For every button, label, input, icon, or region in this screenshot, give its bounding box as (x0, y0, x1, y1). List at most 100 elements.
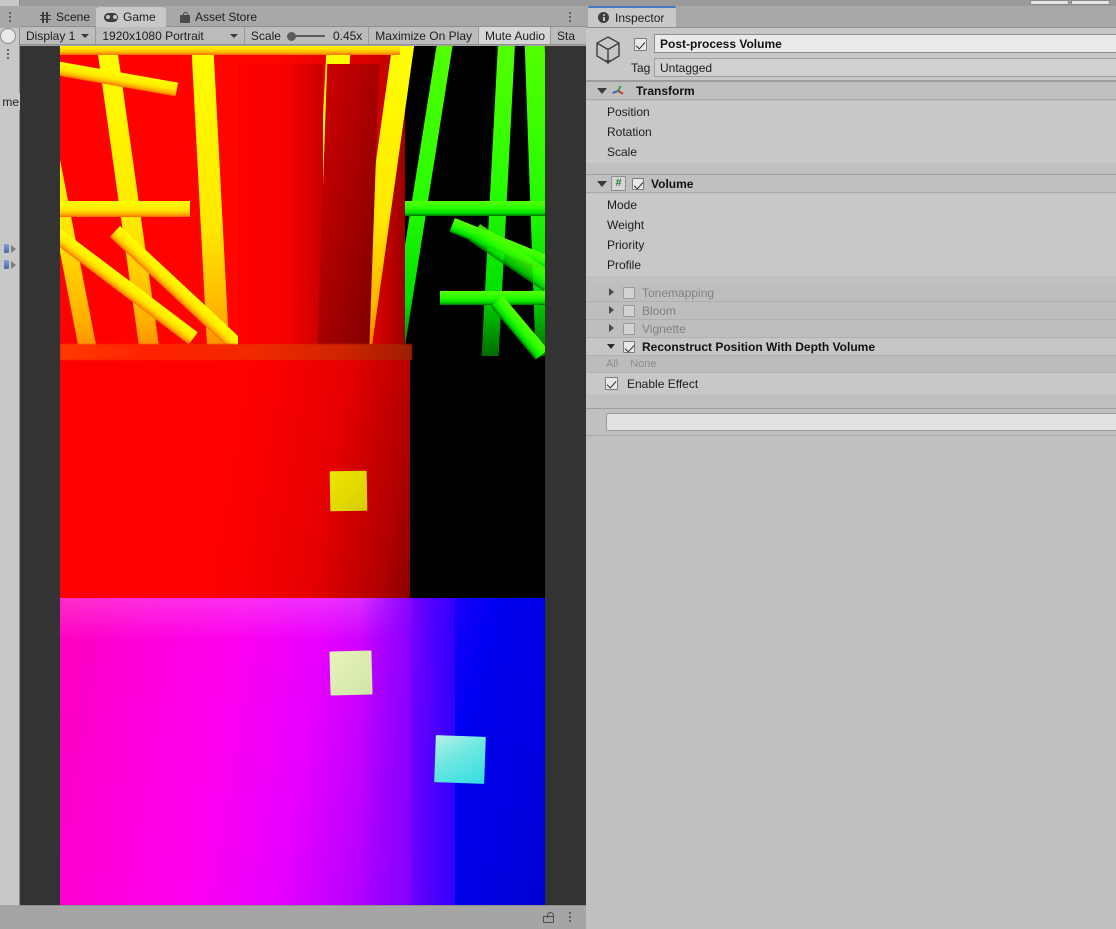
hierarchy-search-input[interactable] (0, 28, 16, 44)
effect-label-vignette: Vignette (642, 321, 686, 336)
component-header-transform[interactable]: Transform (586, 81, 1116, 100)
tab-asset-store[interactable]: Asset Store (172, 7, 267, 27)
hierarchy-panel-edge (0, 0, 20, 905)
property-label-profile: Profile (607, 258, 642, 272)
resolution-dropdown-label: 1920x1080 Portrait (102, 28, 204, 43)
transform-icon (611, 83, 626, 98)
property-row-weight[interactable]: Weight (586, 215, 1116, 235)
game-view-canvas[interactable] (20, 46, 586, 905)
enable-effect-checkbox[interactable] (605, 377, 618, 390)
scale-slider-knob[interactable] (286, 31, 296, 41)
lock-body (543, 916, 554, 923)
inspector-empty-area (586, 435, 1116, 929)
effect-label-reconstruct-position: Reconstruct Position With Depth Volume (642, 339, 876, 354)
effect-row-bloom[interactable]: Bloom (586, 302, 1116, 320)
inspector-body: Post-process Volume Untagged Tag Transfo… (586, 27, 1116, 929)
add-component-field[interactable] (606, 413, 1116, 431)
stats-label: Sta (557, 28, 576, 43)
effect-checkbox-reconstruct-position[interactable] (623, 340, 635, 353)
property-row-mode[interactable]: Mode (586, 195, 1116, 215)
effect-checkbox-tonemapping[interactable] (623, 286, 635, 299)
checkbox-glyph (632, 177, 644, 190)
scale-slider[interactable] (286, 30, 327, 42)
tag-value: Untagged (660, 60, 713, 75)
info-icon (598, 12, 609, 23)
hierarchy-tree-row-1[interactable] (0, 240, 20, 257)
effect-row-reconstruct-position[interactable]: Reconstruct Position With Depth Volume (586, 338, 1116, 356)
tab-game-label: Game (123, 10, 156, 24)
hierarchy-options-kebab-icon[interactable] (2, 46, 14, 62)
display-dropdown[interactable]: Display 1 (20, 27, 97, 44)
effect-label-bloom: Bloom (642, 303, 677, 318)
foldout-closed-icon[interactable] (606, 323, 618, 335)
effect-row-vignette[interactable]: Vignette (586, 320, 1116, 338)
property-label-scale: Scale (607, 145, 638, 159)
maximize-on-play-toggle[interactable]: Maximize On Play (369, 27, 479, 44)
tag-label: Tag (631, 61, 651, 75)
scale-label: Scale (250, 28, 281, 43)
stats-toggle[interactable]: Sta (551, 27, 586, 44)
property-label-position: Position (607, 105, 650, 119)
mute-audio-toggle[interactable]: Mute Audio (479, 27, 551, 44)
foldout-closed-icon[interactable] (606, 287, 618, 299)
lock-icon[interactable] (543, 912, 554, 923)
store-icon (180, 11, 190, 23)
window-top-field-1[interactable] (1030, 0, 1069, 5)
hierarchy-item-partial-label[interactable]: me (0, 93, 20, 110)
hierarchy-kebab-menu-icon[interactable] (4, 9, 16, 25)
tab-scene[interactable]: Scene (32, 7, 100, 27)
gameobject-enabled-checkbox[interactable] (634, 38, 647, 51)
tag-dropdown[interactable]: Untagged (654, 58, 1116, 77)
resolution-dropdown[interactable]: 1920x1080 Portrait (96, 27, 245, 44)
gameobject-cube-icon (594, 35, 622, 65)
effect-row-tonemapping[interactable]: Tonemapping (586, 284, 1116, 302)
effect-checkbox-bloom[interactable] (623, 304, 635, 317)
chevron-down-icon (229, 33, 238, 38)
property-row-profile[interactable]: Profile (586, 255, 1116, 275)
foldout-closed-icon[interactable] (606, 305, 618, 317)
chevron-right-icon[interactable] (10, 243, 19, 254)
hierarchy-tree-row-2[interactable] (0, 256, 20, 273)
chevron-right-icon[interactable] (10, 259, 19, 270)
window-top-field-2[interactable] (1071, 0, 1110, 5)
foldout-open-icon[interactable] (595, 84, 609, 98)
effect-checkbox-vignette[interactable] (623, 322, 635, 335)
foldout-open-icon[interactable] (595, 177, 609, 191)
gamepad-icon (104, 12, 118, 22)
checkbox-glyph (634, 38, 647, 51)
inspector-object-header: Post-process Volume Untagged Tag (586, 28, 1116, 81)
script-icon: # (611, 176, 626, 191)
property-row-rotation[interactable]: Rotation (586, 122, 1116, 142)
tab-game[interactable]: Game (96, 7, 166, 27)
game-view-kebab-menu-icon[interactable] (564, 9, 576, 25)
enable-effect-row[interactable]: Enable Effect (586, 373, 1116, 394)
unity-editor-window: me Scene Game Asset Store Display 1 1920… (0, 0, 1116, 929)
foldout-open-icon[interactable] (606, 341, 618, 353)
property-label-mode: Mode (607, 198, 638, 212)
scale-control[interactable]: Scale 0.45x (244, 27, 370, 44)
render-yellow-beam (60, 46, 400, 55)
render-ceiling-band (60, 344, 412, 360)
render-cube-pale (329, 650, 373, 696)
component-header-volume[interactable]: # Volume (586, 174, 1116, 193)
property-row-position[interactable]: Position (586, 102, 1116, 122)
game-view-footer (20, 905, 586, 928)
effect-all-button[interactable]: All (606, 358, 618, 370)
render-red-shadow-panel (316, 64, 380, 364)
gameobject-name-input[interactable]: Post-process Volume (654, 34, 1116, 53)
render-red-inset-panel (238, 64, 323, 364)
kebab-menu-icon[interactable] (564, 909, 576, 925)
tab-asset-store-label: Asset Store (195, 10, 258, 24)
property-row-scale[interactable]: Scale (586, 142, 1116, 162)
script-glyph: # (615, 177, 622, 189)
component-title-volume: Volume (651, 176, 694, 191)
render-green-beam (390, 201, 545, 216)
effect-label-tonemapping: Tonemapping (642, 285, 715, 300)
component-enabled-checkbox-volume[interactable] (632, 177, 644, 190)
enable-effect-label: Enable Effect (627, 376, 699, 391)
effect-none-button[interactable]: None (630, 358, 656, 370)
property-row-priority[interactable]: Priority (586, 235, 1116, 255)
maximize-on-play-label: Maximize On Play (375, 28, 472, 43)
tab-inspector[interactable]: Inspector (588, 6, 677, 27)
property-label-priority: Priority (607, 238, 645, 252)
